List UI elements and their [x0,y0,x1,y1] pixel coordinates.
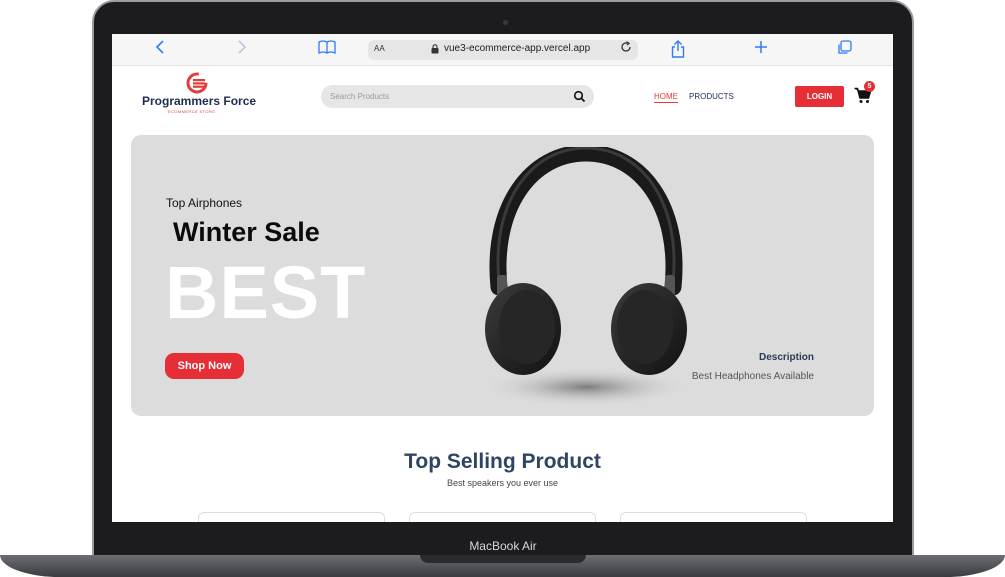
shop-now-button[interactable]: Shop Now [165,353,244,379]
text-size-button[interactable]: AA [374,44,385,53]
product-card[interactable] [198,512,385,522]
nav-link-home[interactable]: HOME [654,92,678,103]
hero-title: Winter Sale [173,217,320,247]
address-bar[interactable]: AA vue3-ecommerce-app.vercel.app [368,40,638,60]
brand-logo-icon[interactable] [185,72,209,94]
browser-screen: AA vue3-ecommerce-app.vercel.app Program… [112,34,893,522]
nav-link-products[interactable]: PRODUCTS [689,92,734,101]
search-input[interactable] [330,88,560,105]
url-text: vue3-ecommerce-app.vercel.app [444,43,591,54]
back-icon[interactable] [150,40,170,60]
headphones-image [481,147,691,407]
search-bar [321,85,594,108]
camera [503,20,508,25]
search-icon[interactable] [573,90,586,103]
brand-name[interactable]: Programmers Force [142,94,256,108]
description-text: Best Headphones Available [691,371,814,382]
tabs-overview-icon[interactable] [834,40,854,60]
reload-icon[interactable] [620,41,632,56]
brand-tagline: ECOMMERCE STORE [168,109,216,114]
hero-large-text: BEST [165,251,367,334]
product-card[interactable] [620,512,807,522]
hero-banner: Top Airphones Winter Sale BEST Shop Now [131,135,874,416]
book-icon[interactable] [315,40,339,60]
cart-count-badge: 5 [864,81,875,92]
section-subtitle: Best speakers you ever use [446,478,559,488]
hero-eyebrow: Top Airphones [166,196,243,210]
new-tab-icon[interactable] [751,40,771,60]
product-card[interactable] [409,512,596,522]
lock-icon [431,44,439,54]
laptop-notch [420,555,586,563]
forward-icon[interactable] [232,40,252,60]
browser-toolbar: AA vue3-ecommerce-app.vercel.app [112,34,893,66]
share-icon[interactable] [668,40,688,60]
description-title: Description [758,352,814,363]
login-button[interactable]: LOGIN [795,86,844,107]
device-label: MacBook Air [469,539,537,553]
section-title: Top Selling Product [404,450,601,473]
